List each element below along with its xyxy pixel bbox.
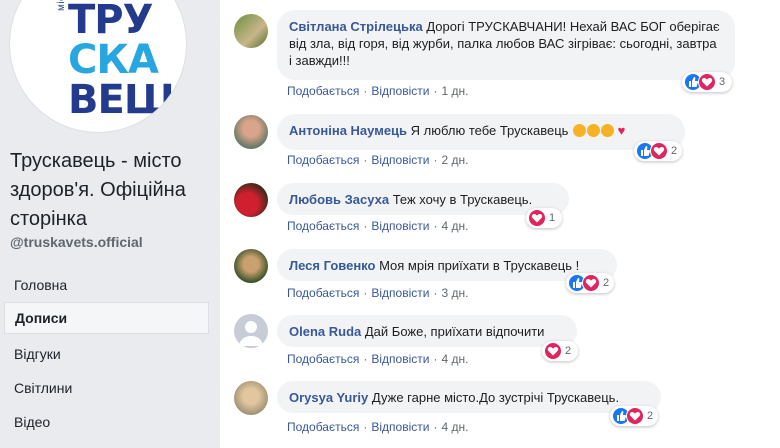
comment-text: Я люблю тебе Трускавець (410, 123, 569, 138)
logo-tagline: місто здоров'я (56, 0, 67, 11)
smiling-face-icon (601, 124, 615, 137)
separator: · (433, 153, 438, 167)
nav-item-photos[interactable]: Світлини (4, 372, 209, 404)
comment-time[interactable]: 1 дн. (441, 84, 468, 98)
comment-actions: Подобається · Відповісти · 4 дн. (287, 352, 468, 366)
separator: · (433, 219, 438, 233)
reaction-count: 2 (647, 410, 654, 422)
comments-feed: Світлана Стрілецька Дорогі ТРУСКАВЧАНИ! … (220, 0, 780, 448)
comment-author[interactable]: Olena Ruda (289, 324, 361, 339)
reply-link[interactable]: Відповісти (371, 219, 429, 233)
reaction-count: 1 (549, 212, 556, 224)
default-avatar-icon[interactable] (234, 314, 268, 348)
comment-bubble: Леся Говенко Моя мрія приїхати в Трускав… (277, 249, 617, 281)
comment-actions: Подобається · Відповісти · 3 дн. (287, 286, 468, 300)
reaction-summary[interactable]: 2 (542, 341, 578, 361)
comment-bubble: Olena Ruda Дай Боже, приїхати відпочити (277, 315, 577, 347)
page-sidebar: місто здоров'я ТРУ СКА ВЕЦЬ Трускавець -… (0, 0, 220, 448)
separator: · (433, 352, 438, 366)
reply-link[interactable]: Відповісти (371, 352, 429, 366)
love-reaction-icon (650, 142, 668, 160)
comment-actions: Подобається · Відповісти · 4 дн. (287, 219, 468, 233)
avatar[interactable] (234, 381, 268, 415)
separator: · (433, 286, 438, 300)
smiling-face-icon (587, 124, 601, 137)
page-logo[interactable]: місто здоров'я ТРУ СКА ВЕЦЬ (10, 0, 186, 132)
like-link[interactable]: Подобається (287, 219, 359, 233)
comment-time[interactable]: 3 дн. (441, 286, 468, 300)
comment-author[interactable]: Леся Говенко (289, 258, 375, 273)
reaction-count: 2 (671, 145, 678, 157)
separator: · (433, 420, 438, 434)
reaction-count: 2 (603, 277, 610, 289)
comment-author[interactable]: Orysya Yuriy (289, 390, 368, 405)
love-reaction-icon (544, 342, 562, 360)
comment-bubble: Світлана Стрілецька Дорогі ТРУСКАВЧАНИ! … (277, 10, 735, 80)
logo-line-2: СКА (68, 40, 159, 80)
avatar[interactable] (234, 14, 268, 48)
comment-bubble: Orysya Yuriy Дуже гарне місто.До зустріч… (277, 381, 661, 413)
reaction-count: 2 (565, 345, 572, 357)
comment-author[interactable]: Любовь Засуха (289, 192, 389, 207)
reaction-summary[interactable]: 1 (526, 208, 562, 228)
comment-bubble: Антоніна Наумець Я люблю тебе Трускавець… (277, 114, 685, 150)
separator: · (363, 420, 368, 434)
separator: · (363, 352, 368, 366)
reaction-summary[interactable]: 2 (566, 273, 614, 293)
reaction-summary[interactable]: 2 (634, 141, 682, 161)
nav-item-reviews[interactable]: Відгуки (4, 338, 209, 370)
page-handle: @truskavets.official (10, 234, 143, 250)
separator: · (433, 84, 438, 98)
avatar[interactable] (234, 115, 268, 149)
avatar[interactable] (234, 183, 268, 217)
smiling-face-icon (573, 124, 587, 137)
logo-line-3: ВЕЦЬ (68, 77, 186, 123)
like-link[interactable]: Подобається (287, 352, 359, 366)
page-title[interactable]: Трускавець - місто здоров'я. Офіційна ст… (10, 147, 210, 234)
comment-text: Дуже гарне місто.До зустрічі Трускавець. (371, 390, 620, 405)
reply-link[interactable]: Відповісти (371, 153, 429, 167)
love-reaction-icon (626, 407, 644, 425)
reply-link[interactable]: Відповісти (371, 420, 429, 434)
nav-item-posts[interactable]: Дописи (4, 302, 209, 334)
reaction-summary[interactable]: 3 (682, 72, 732, 92)
reaction-summary[interactable]: 2 (610, 406, 658, 426)
like-link[interactable]: Подобається (287, 420, 359, 434)
comment-actions: Подобається · Відповісти · 4 дн. (287, 420, 468, 434)
heart-icon: ♥ (617, 123, 626, 138)
nav-item-videos[interactable]: Відео (4, 406, 209, 438)
comment-time[interactable]: 4 дн. (441, 352, 468, 366)
comment-actions: Подобається · Відповісти · 2 дн. (287, 153, 468, 167)
comment-time[interactable]: 4 дн. (441, 219, 468, 233)
separator: · (363, 219, 368, 233)
avatar[interactable] (234, 249, 268, 283)
comment-actions: Подобається · Відповісти · 1 дн. (287, 84, 468, 98)
reply-link[interactable]: Відповісти (371, 286, 429, 300)
love-reaction-icon (528, 209, 546, 227)
comment-author[interactable]: Світлана Стрілецька (289, 19, 423, 34)
separator: · (363, 286, 368, 300)
like-link[interactable]: Подобається (287, 84, 359, 98)
comment-bubble: Любовь Засуха Теж хочу в Трускавець. (277, 183, 569, 215)
logo-line-1: ТРУ (68, 0, 153, 43)
reply-link[interactable]: Відповісти (371, 84, 429, 98)
like-link[interactable]: Подобається (287, 286, 359, 300)
reaction-count: 3 (719, 76, 726, 88)
comment-author[interactable]: Антоніна Наумець (289, 123, 407, 138)
comment-time[interactable]: 4 дн. (441, 420, 468, 434)
like-link[interactable]: Подобається (287, 153, 359, 167)
separator: · (363, 84, 368, 98)
love-reaction-icon (582, 274, 600, 292)
nav-item-home[interactable]: Головна (4, 269, 209, 301)
comment-text: Моя мрія приїхати в Трускавець ! (379, 258, 580, 273)
comment-time[interactable]: 2 дн. (441, 153, 468, 167)
separator: · (363, 153, 368, 167)
love-reaction-icon (698, 73, 716, 91)
comment-text: Теж хочу в Трускавець. (392, 192, 533, 207)
comment-text: Дай Боже, приїхати відпочити (364, 324, 545, 339)
